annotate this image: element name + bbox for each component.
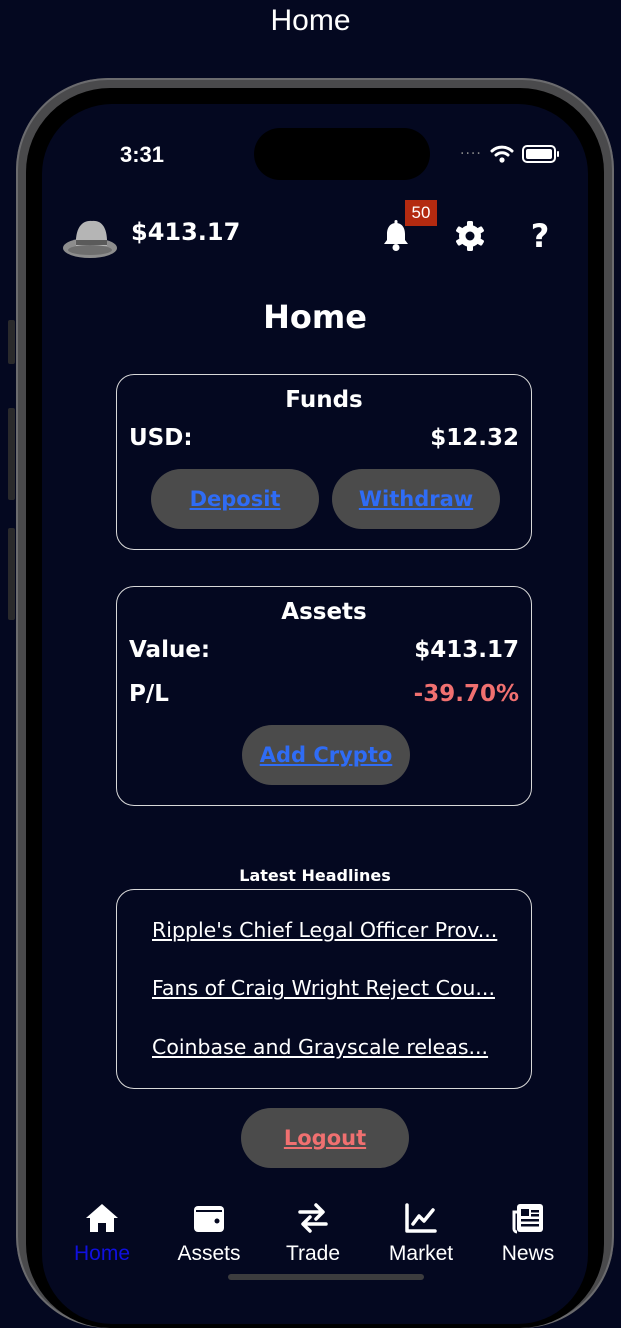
- page-title: Home: [263, 298, 367, 336]
- gear-icon: [456, 221, 484, 251]
- fedora-hat-icon: [63, 220, 117, 258]
- home-indicator: [228, 1274, 424, 1280]
- tab-home[interactable]: Home: [52, 1202, 152, 1266]
- header-balance: $413.17: [131, 218, 241, 246]
- dynamic-island: [254, 128, 430, 180]
- tab-trade[interactable]: Trade: [263, 1202, 363, 1266]
- phone-frame: 3:31 ···· $413.17 50 ? Home Funds USD: $…: [16, 78, 614, 1328]
- line-chart-icon: [405, 1203, 437, 1233]
- headline-link[interactable]: Ripple's Chief Legal Officer Prov...: [152, 918, 497, 942]
- usd-amount: $12.32: [430, 425, 519, 451]
- battery-icon: [521, 145, 559, 163]
- assets-card: Assets Value: $413.17 P/L -39.70% Add Cr…: [116, 586, 532, 806]
- settings-button[interactable]: [450, 216, 490, 256]
- swap-arrows-icon: [298, 1203, 328, 1233]
- tab-label: News: [501, 1242, 555, 1265]
- volume-down-button: [8, 528, 15, 620]
- headlines-card: Ripple's Chief Legal Officer Prov... Fan…: [116, 889, 532, 1089]
- frame-title: Home: [270, 4, 351, 37]
- newspaper-icon: [512, 1204, 543, 1234]
- add-crypto-button[interactable]: Add Crypto: [242, 725, 410, 785]
- logout-button[interactable]: Logout: [241, 1108, 409, 1168]
- notification-count-badge: 50: [405, 200, 437, 226]
- volume-up-button: [8, 408, 15, 500]
- pl-label: P/L: [129, 681, 169, 707]
- withdraw-button[interactable]: Withdraw: [332, 469, 500, 529]
- status-time: 3:31: [120, 142, 165, 167]
- deposit-button[interactable]: Deposit: [151, 469, 319, 529]
- signal-icon: ····: [460, 146, 482, 162]
- tab-label: Assets: [177, 1242, 241, 1265]
- latest-headlines-label: Latest Headlines: [239, 866, 391, 885]
- tab-news[interactable]: News: [478, 1202, 578, 1266]
- tab-label: Home: [73, 1242, 131, 1265]
- pl-value: -39.70%: [413, 681, 519, 707]
- help-button[interactable]: ?: [520, 214, 560, 258]
- assets-value: $413.17: [414, 637, 519, 663]
- tab-assets[interactable]: Assets: [159, 1202, 259, 1266]
- funds-card: Funds USD: $12.32 Deposit Withdraw: [116, 374, 532, 550]
- wallet-icon: [194, 1206, 224, 1232]
- wifi-icon: [490, 145, 514, 163]
- value-label: Value:: [129, 637, 211, 663]
- usd-label: USD:: [129, 425, 193, 451]
- tab-market[interactable]: Market: [371, 1202, 471, 1266]
- headline-link[interactable]: Coinbase and Grayscale releas...: [152, 1035, 488, 1059]
- assets-title: Assets: [281, 599, 367, 625]
- tab-label: Trade: [285, 1242, 341, 1265]
- funds-title: Funds: [285, 387, 363, 413]
- status-icons: ····: [460, 142, 559, 166]
- home-icon: [86, 1204, 118, 1232]
- action-button: [8, 320, 15, 364]
- headline-link[interactable]: Fans of Craig Wright Reject Cou...: [152, 976, 495, 1000]
- tab-label: Market: [388, 1242, 454, 1265]
- bottom-tab-bar: Home Assets Trade Market News: [42, 1202, 588, 1282]
- app-screen: 3:31 ···· $413.17 50 ? Home Funds USD: $…: [42, 104, 588, 1324]
- phone-bezel: 3:31 ···· $413.17 50 ? Home Funds USD: $…: [26, 88, 604, 1328]
